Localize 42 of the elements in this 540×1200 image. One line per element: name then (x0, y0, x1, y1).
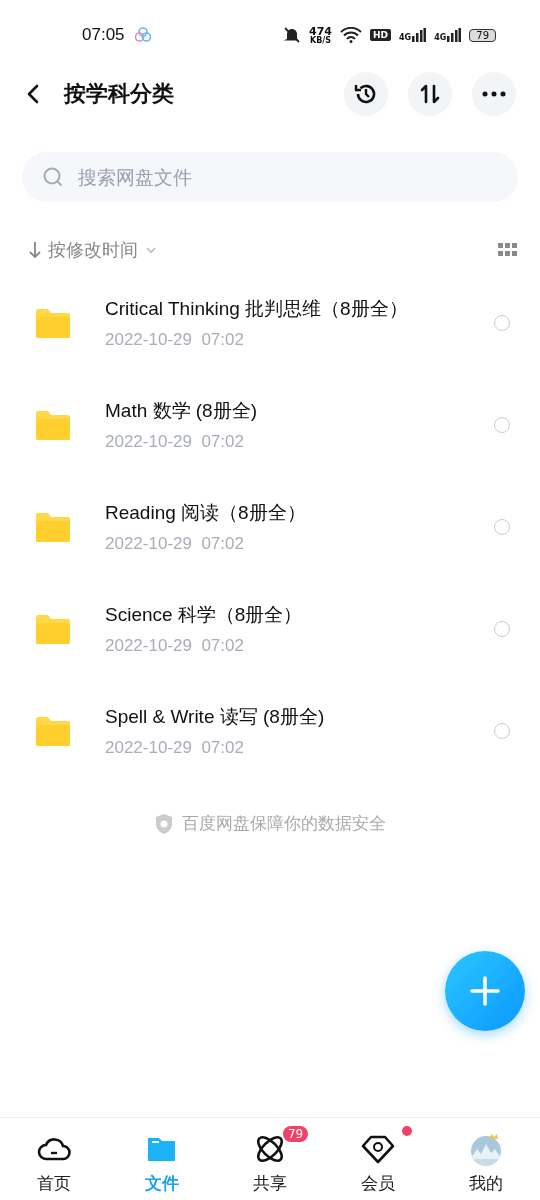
sort-dropdown[interactable]: 按修改时间 (28, 238, 158, 262)
page-title: 按学科分类 (64, 80, 175, 108)
down-arrow-icon (28, 241, 42, 259)
battery-indicator: 79 (469, 28, 496, 42)
modified-date: 2022-10-29 07:02 (105, 534, 245, 554)
clock: 07:05 (82, 25, 125, 45)
plus-icon (469, 975, 501, 1007)
folder-icon (36, 716, 70, 746)
folder-icon (36, 512, 70, 542)
folder-icon (36, 308, 70, 338)
folder-icon (36, 410, 70, 440)
security-note: 百度网盘保障你的数据安全 (182, 812, 386, 835)
network-speed: 474 KB/S (309, 25, 332, 45)
shield-icon (154, 812, 174, 835)
grid-view-icon[interactable] (498, 243, 518, 257)
transfer-button[interactable] (408, 72, 452, 116)
select-radio[interactable] (494, 723, 510, 739)
search-icon (42, 166, 64, 188)
notification-badge: 79 (282, 1126, 309, 1142)
folder-name[interactable]: Critical Thinking 批判思维（8册全） (105, 296, 494, 322)
modified-date: 2022-10-29 07:02 (105, 636, 245, 656)
history-button[interactable] (344, 72, 388, 116)
nav-tab[interactable]: 我的 (432, 1118, 540, 1200)
search-field[interactable]: 搜索网盘文件 (22, 152, 518, 202)
nav-tab[interactable]: 首页 (0, 1118, 108, 1200)
cloud-app-icon (132, 25, 153, 45)
folder-icon (36, 614, 70, 644)
more-button[interactable] (472, 72, 516, 116)
folder-name[interactable]: Reading 阅读（8册全） (105, 500, 494, 526)
hd-icon: HD (369, 29, 391, 41)
wifi-icon (339, 27, 362, 43)
modified-date: 2022-10-29 07:02 (105, 738, 245, 758)
modified-date: 2022-10-29 07:02 (105, 330, 245, 350)
nav-tab[interactable]: 会员 (324, 1118, 432, 1200)
folder-name[interactable]: Spell & Write 读写 (8册全) (105, 704, 494, 730)
mute-icon (283, 26, 301, 44)
add-button[interactable] (445, 951, 525, 1031)
more-icon (482, 91, 506, 97)
modified-date: 2022-10-29 07:02 (105, 432, 245, 452)
folder-name[interactable]: Math 数学 (8册全) (105, 398, 494, 424)
folder-name[interactable]: Science 科学（8册全） (105, 602, 494, 628)
nav-tab[interactable]: 共享 79 (216, 1118, 324, 1200)
